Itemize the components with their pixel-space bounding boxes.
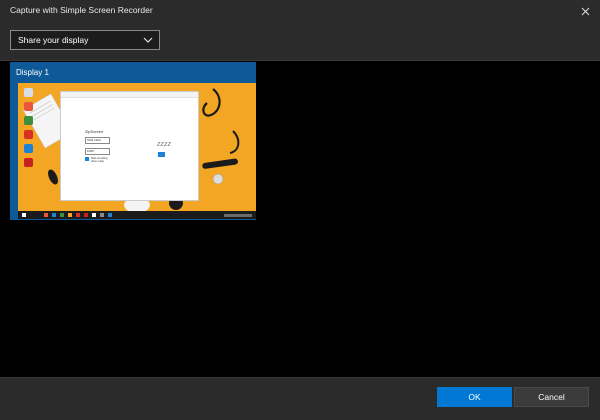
preview-checkbox — [85, 157, 89, 161]
display-preview: ZipScreen SSR 1920 1080 Start recording … — [18, 83, 256, 219]
taskbar-app-icon — [44, 213, 48, 217]
taskbar-app-icon — [108, 213, 112, 217]
title-bar: Capture with Simple Screen Recorder — [0, 0, 600, 24]
windows-start-icon — [22, 213, 26, 217]
edge-icon — [24, 144, 33, 153]
taskbar-tray — [224, 214, 252, 217]
preview-window-titlebar — [61, 92, 198, 98]
close-button[interactable] — [570, 0, 600, 22]
source-toolbar: Share your display — [0, 22, 600, 61]
chevron-down-icon — [143, 37, 153, 43]
preview-taskbar — [18, 211, 256, 219]
source-dropdown[interactable]: Share your display — [10, 30, 160, 50]
window-title: Capture with Simple Screen Recorder — [10, 5, 153, 15]
display-card[interactable]: Display 1 ZipScreen SSR 1920 1080 Start … — [10, 62, 256, 220]
recycle-bin-icon — [24, 88, 33, 97]
preview-app-title: ZipScreen — [85, 129, 104, 134]
chrome-icon — [24, 116, 33, 125]
taskbar-app-icon — [76, 213, 80, 217]
source-dropdown-value: Share your display — [18, 35, 89, 45]
cancel-button[interactable]: Cancel — [514, 387, 589, 407]
preview-logo-text: ZZZZ — [157, 142, 172, 148]
taskbar-app-icon — [60, 213, 64, 217]
preview-checkbox-label: Start recording when ready — [91, 157, 108, 163]
close-icon — [581, 7, 589, 15]
ok-button[interactable]: OK — [437, 387, 512, 407]
taskbar-app-icon — [84, 213, 88, 217]
preview-input-2-value: 1080 — [87, 149, 94, 153]
preview-action-icon — [158, 152, 165, 157]
preview-input-1: SSR 1920 — [85, 137, 110, 144]
taskbar-app-icon — [68, 213, 72, 217]
app-icon — [24, 130, 33, 139]
display-list: Display 1 ZipScreen SSR 1920 1080 Start … — [0, 61, 600, 378]
taskbar-app-icon — [52, 213, 56, 217]
preview-app-window: ZipScreen SSR 1920 1080 Start recording … — [60, 91, 199, 201]
browser-icon — [24, 102, 33, 111]
taskbar-app-icon — [100, 213, 104, 217]
taskbar-app-icon — [92, 213, 96, 217]
preview-input-2: 1080 — [85, 148, 110, 155]
display-label: Display 1 — [16, 68, 49, 77]
dialog-footer: OK Cancel — [0, 377, 600, 420]
preview-input-1-value: SSR 1920 — [87, 138, 101, 142]
recorder-icon — [24, 158, 33, 167]
